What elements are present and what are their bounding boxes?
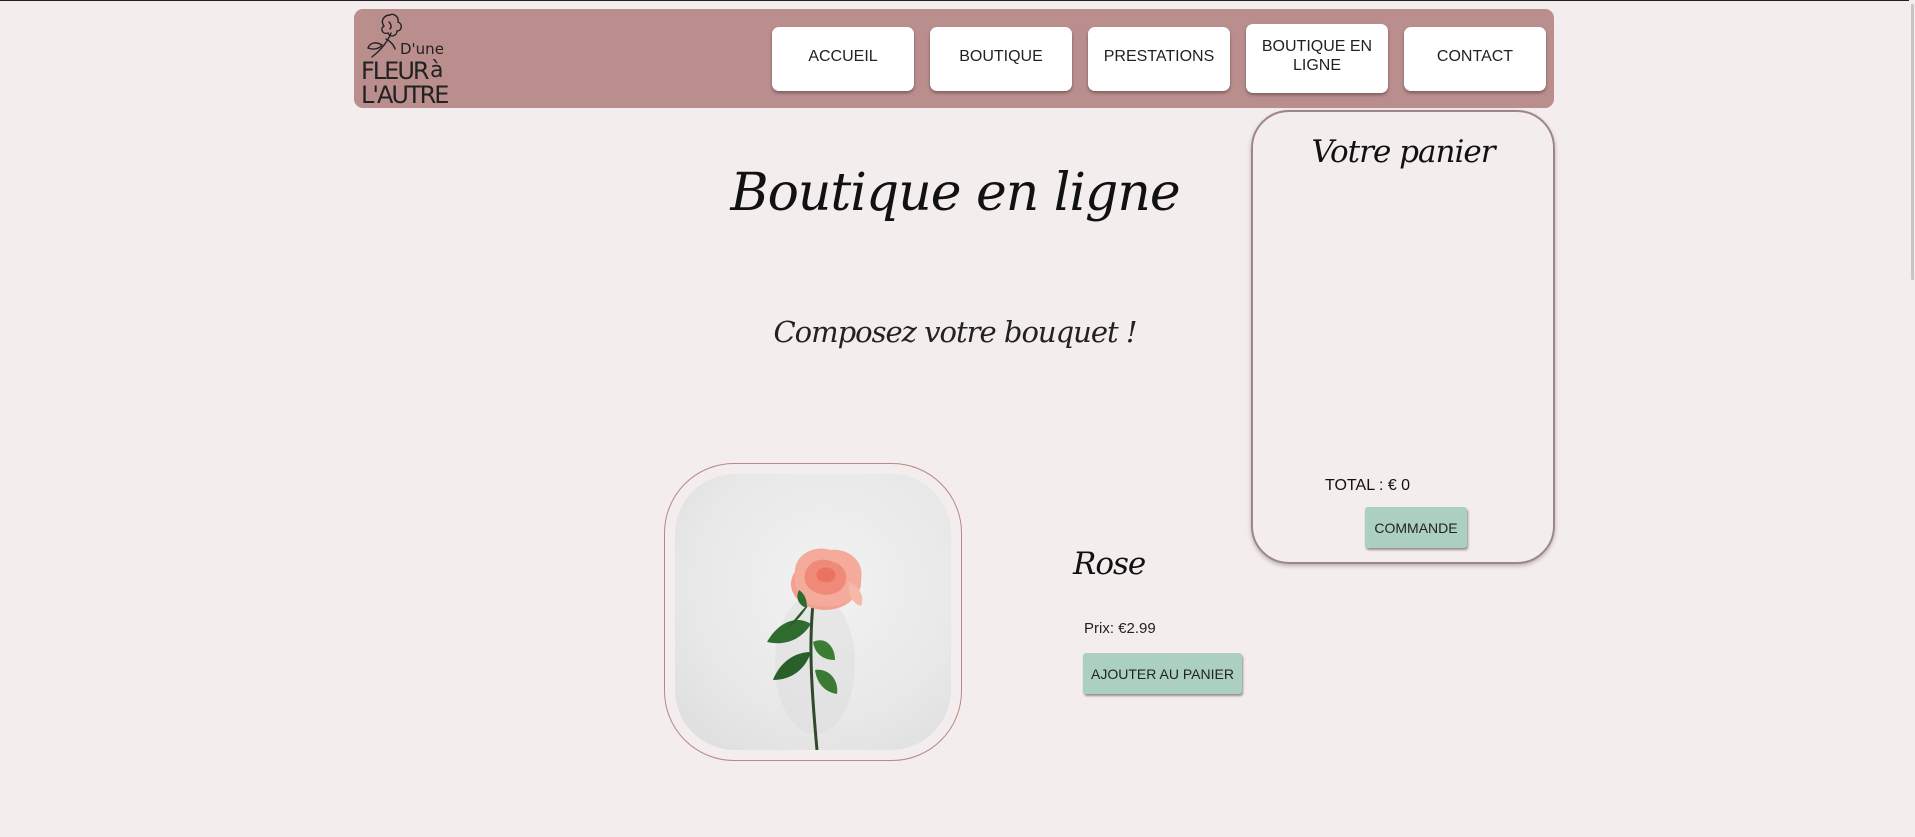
price-label: Prix:	[1084, 620, 1114, 637]
nav-label: CONTACT	[1436, 47, 1514, 65]
nav-boutique[interactable]: BOUTIQUE	[930, 27, 1072, 91]
nav-label: BOUTIQUE	[959, 47, 1043, 65]
order-button[interactable]: COMMANDE	[1365, 507, 1467, 548]
add-to-cart-button[interactable]: AJOUTER AU PANIER	[1083, 653, 1242, 694]
site-header: D'une FLEUR à L'AUTRE ACCUEIL BOUTIQUE P…	[354, 9, 1554, 109]
cart-panel: Votre panier TOTAL : € 0 COMMANDE	[1251, 110, 1555, 564]
logo-line4: L'AUTRE	[361, 81, 448, 107]
product-price: Prix: €2.99	[1084, 620, 1156, 637]
nav-prestations[interactable]: PRESTATIONS	[1088, 27, 1230, 91]
window-top-border	[0, 0, 1915, 1]
logo-line1: D'une	[400, 40, 444, 58]
price-value: €2.99	[1118, 620, 1156, 637]
site-logo[interactable]: D'une FLEUR à L'AUTRE	[360, 11, 452, 109]
page-title: Boutique en ligne	[730, 163, 1180, 223]
product-name: Rose	[1073, 546, 1146, 582]
cart-total: TOTAL : € 0	[1325, 477, 1411, 494]
nav-label: BOUTIQUE EN LIGNE	[1261, 37, 1373, 74]
scrollbar-thumb[interactable]	[1911, 4, 1914, 280]
logo-line3: à	[430, 58, 443, 83]
flower-logo-icon: D'une FLEUR à L'AUTRE	[361, 13, 450, 109]
nav-boutique-en-ligne[interactable]: BOUTIQUE EN LIGNE	[1246, 24, 1388, 93]
nav-label: ACCUEIL	[808, 47, 878, 65]
product-image-frame	[664, 463, 962, 761]
scrollbar[interactable]	[1909, 0, 1915, 837]
pink-rose-photo[interactable]	[675, 474, 951, 750]
nav-label: PRESTATIONS	[1103, 47, 1215, 65]
nav-contact[interactable]: CONTACT	[1404, 27, 1546, 91]
nav-accueil[interactable]: ACCUEIL	[772, 27, 914, 91]
cart-title: Votre panier	[1311, 134, 1495, 170]
page-subtitle: Composez votre bouquet !	[773, 315, 1137, 349]
